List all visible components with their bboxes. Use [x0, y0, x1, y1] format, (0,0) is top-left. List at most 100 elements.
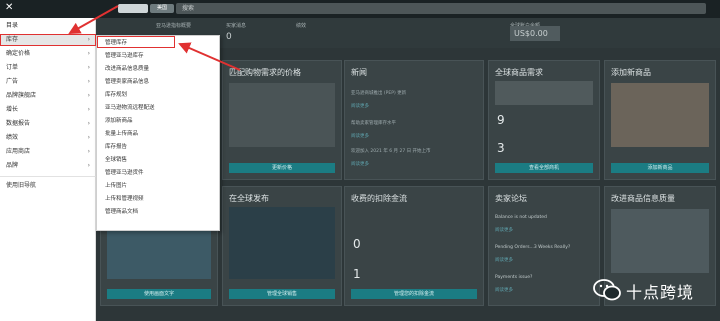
card-global-launch: 在全球发布 管理全球销售	[222, 186, 342, 306]
sidebar-item-label: 订单	[6, 64, 19, 71]
submenu-item[interactable]: 管理商品文档	[97, 207, 221, 217]
sidebar-item-label: 目录	[6, 22, 19, 29]
inventory-submenu: 管理库存 管理亚马逊库存 改进商品信息质量 管理卖家商品信息 库存规划 亚马逊物…	[96, 35, 220, 231]
news-item: 欢迎加入 2021 年 6 月 27 日 开始上市	[351, 149, 431, 154]
submenu-item[interactable]: 改进商品信息质量	[97, 64, 221, 74]
sidebar-item-brands[interactable]: 品牌 ›	[0, 160, 96, 171]
card-pricing: 匹配购物需求的价格 更新价格	[222, 60, 342, 180]
forum-post[interactable]: Pending Orders...3 Weeks Really?	[495, 245, 593, 251]
chevron-right-icon: ›	[87, 78, 90, 85]
divider	[0, 176, 96, 177]
top-bar: ✕ 美国 搜索	[0, 0, 720, 18]
balance-value: US$0.00	[510, 26, 560, 41]
submenu-item[interactable]: 上传和管理视频	[97, 194, 221, 204]
manage-global-sales-button[interactable]: 管理全球销售	[229, 289, 335, 299]
sidebar-item-label: 使用旧导航	[6, 182, 37, 189]
chevron-right-icon: ›	[87, 92, 90, 99]
chevron-right-icon: ›	[87, 50, 90, 57]
forum-post[interactable]: Balance is not updated	[495, 215, 593, 221]
view-opportunities-button[interactable]: 查看全部商机	[495, 163, 593, 173]
card-seller-forum: 卖家论坛 Balance is not updated 阅读更多 Pending…	[488, 186, 600, 306]
chevron-right-icon: ›	[87, 106, 90, 113]
sidebar-item-performance[interactable]: 绩效 ›	[0, 132, 96, 143]
chevron-right-icon: ›	[87, 134, 90, 141]
sidebar-item-growth[interactable]: 增长 ›	[0, 104, 96, 115]
card-image	[229, 207, 335, 279]
stat-label: 买家消息	[226, 23, 247, 29]
sidebar-item-advertising[interactable]: 广告 ›	[0, 76, 96, 87]
sidebar-item-stores[interactable]: 品牌旗舰店 ›	[0, 90, 96, 101]
submenu-item[interactable]: 管理亚马逊库存	[97, 51, 221, 61]
read-more-link[interactable]: 阅读更多	[495, 287, 513, 293]
card-image	[495, 81, 593, 105]
legacy-nav-link[interactable]: 使用旧导航	[0, 180, 96, 191]
wechat-icon	[593, 279, 621, 301]
card-news: 新闻 亚马逊商城推出 (PEP) 更新 阅读更多 帮助卖家管理库存水平 阅读更多…	[344, 60, 484, 180]
card-title: 收费的扣除金流	[351, 194, 407, 203]
card-title: 在全球发布	[229, 194, 269, 203]
chevron-right-icon: ›	[87, 148, 90, 155]
card-title: 改进商品信息质量	[611, 194, 675, 203]
read-more-link[interactable]: 阅读更多	[495, 227, 513, 233]
sidebar-item-reports[interactable]: 数据报告 ›	[0, 118, 96, 129]
add-product-button[interactable]: 添加新商品	[611, 163, 709, 173]
submenu-item[interactable]: 管理亚马逊货件	[97, 168, 221, 178]
store-logo[interactable]	[118, 4, 148, 13]
read-more-link[interactable]: 阅读更多	[351, 133, 369, 139]
sidebar-item-label: 应用商店	[6, 148, 31, 155]
card-global-demand: 全球商品需求 9 3 查看全部商机	[488, 60, 600, 180]
sidebar-item-label: 增长	[6, 106, 19, 113]
news-item: 亚马逊商城推出 (PEP) 更新	[351, 91, 407, 96]
opportunity-count: 9	[497, 113, 505, 127]
read-more-link[interactable]: 阅读更多	[351, 161, 369, 167]
stat-performance[interactable]: 绩效	[296, 22, 306, 29]
stat-messages[interactable]: 买家消息 0	[226, 22, 246, 42]
update-price-button[interactable]: 更新价格	[229, 163, 335, 173]
wechat-watermark: 十点跨境	[590, 273, 710, 309]
sidebar-item-label: 品牌旗舰店	[6, 92, 37, 99]
stat-label: 亚马逊指标概要	[156, 23, 192, 29]
submenu-item[interactable]: 添加新商品	[97, 116, 221, 126]
fee-count: 1	[353, 267, 361, 281]
submenu-item[interactable]: 批量上传商品	[97, 129, 221, 139]
opportunity-count: 3	[497, 141, 505, 155]
manage-fees-button[interactable]: 管理您的扣除金流	[351, 289, 477, 299]
read-more-link[interactable]: 阅读更多	[495, 257, 513, 263]
chevron-right-icon: ›	[87, 64, 90, 71]
card-image	[611, 209, 709, 273]
submenu-item[interactable]: 库存规划	[97, 90, 221, 100]
card-image	[611, 83, 709, 147]
chevron-right-icon: ›	[87, 120, 90, 127]
sidebar-item-label: 数据报告	[6, 120, 31, 127]
sidebar-item-catalog[interactable]: 目录	[0, 20, 96, 31]
chevron-right-icon: ›	[87, 162, 90, 169]
sidebar-item-label: 绩效	[6, 134, 19, 141]
news-item: 帮助卖家管理库存水平	[351, 121, 396, 126]
card-image	[229, 83, 335, 147]
sidebar-item-label: 确定价格	[6, 50, 31, 57]
submenu-item[interactable]: 上传图片	[97, 181, 221, 191]
marketplace-badge[interactable]: 美国	[150, 4, 174, 13]
stat-metrics[interactable]: 亚马逊指标概要	[156, 22, 191, 29]
close-icon[interactable]: ✕	[5, 2, 13, 13]
forum-post[interactable]: Payments issue?	[495, 275, 593, 281]
highlight-manage-inventory	[97, 36, 175, 48]
card-fees: 收费的扣除金流 0 1 管理您的扣除金流	[344, 186, 484, 306]
read-more-link[interactable]: 阅读更多	[351, 103, 369, 109]
submenu-item[interactable]: 亚马逊物流远程配送	[97, 103, 221, 113]
card-button[interactable]: 使用画面文字	[107, 289, 211, 299]
fee-count: 0	[353, 237, 361, 251]
highlight-inventory	[0, 34, 96, 46]
sidebar-item-label: 广告	[6, 78, 19, 85]
sidebar-item-pricing[interactable]: 确定价格 ›	[0, 48, 96, 59]
balance-text: US$0.00	[514, 29, 548, 38]
card-add-products: 添加新商品 添加新商品	[604, 60, 716, 180]
sidebar-item-appstore[interactable]: 应用商店 ›	[0, 146, 96, 157]
stat-label: 绩效	[296, 23, 307, 29]
submenu-item[interactable]: 管理卖家商品信息	[97, 77, 221, 87]
submenu-item[interactable]: 库存报告	[97, 142, 221, 152]
submenu-item[interactable]: 全球销售	[97, 155, 221, 165]
card-title: 卖家论坛	[495, 194, 527, 203]
search-input[interactable]: 搜索	[176, 3, 706, 14]
sidebar-item-orders[interactable]: 订单 ›	[0, 62, 96, 73]
